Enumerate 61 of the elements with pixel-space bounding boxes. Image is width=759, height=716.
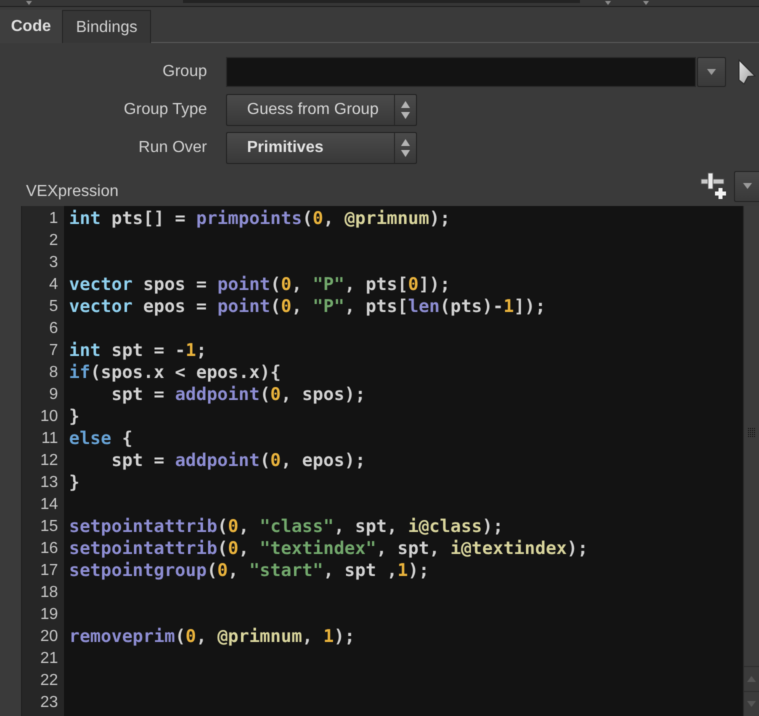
- caret-icon: [747, 676, 756, 682]
- pointer-icon[interactable]: [738, 58, 756, 84]
- line-number: 16: [40, 539, 58, 559]
- code-line: else {: [69, 428, 133, 450]
- line-number: 14: [40, 495, 58, 515]
- marker-icon: [26, 1, 32, 5]
- slider-plus-icon[interactable]: [700, 172, 728, 200]
- scrollbar[interactable]: [743, 206, 759, 716]
- menu-button[interactable]: [734, 170, 759, 202]
- dropdown[interactable]: Primitives: [226, 132, 417, 164]
- line-number: 21: [40, 649, 58, 669]
- line-number: 3: [49, 253, 58, 273]
- line-number: 20: [40, 627, 58, 647]
- caret-icon: [742, 183, 752, 189]
- line-number: 7: [49, 341, 58, 361]
- line-number: 9: [49, 385, 58, 405]
- code-line: spt = addpoint(0, spos);: [110, 384, 366, 406]
- code-line: setpointgroup(0, "start", spt ,1);: [69, 560, 430, 582]
- field-label: Run Over: [138, 138, 207, 158]
- code-line: setpointattrib(0, "class", spt, i@class);: [69, 516, 504, 538]
- line-number: 17: [40, 561, 58, 581]
- code-line: }: [69, 406, 80, 428]
- field-label: Group: [162, 62, 207, 82]
- line-number: 18: [40, 583, 58, 603]
- dropdown[interactable]: Guess from Group: [226, 94, 417, 126]
- code-line: vector spos = point(0, "P", pts[0]);: [69, 274, 450, 296]
- code-line: int spt = -1;: [69, 340, 207, 362]
- line-number: 12: [40, 451, 58, 471]
- line-number: 22: [40, 671, 58, 691]
- code-line: if(spos.x < epos.x){: [69, 362, 281, 384]
- spinner-arrows-icon: [401, 138, 410, 156]
- menu-button[interactable]: [697, 56, 726, 86]
- line-number: 13: [40, 473, 58, 493]
- code-editor[interactable]: [64, 206, 743, 716]
- caret-icon: [707, 68, 716, 74]
- marker-icon: [605, 1, 611, 5]
- text-field[interactable]: [226, 56, 696, 86]
- line-number: 15: [40, 517, 58, 537]
- field-label: Group Type: [124, 100, 207, 120]
- line-number: 19: [40, 605, 58, 625]
- line-number: 23: [40, 693, 58, 713]
- line-number: 8: [49, 363, 58, 383]
- line-number: 11: [41, 429, 58, 449]
- code-line: spt = addpoint(0, epos);: [110, 450, 366, 472]
- line-number: 10: [40, 407, 58, 427]
- code-line: removeprim(0, @primnum, 1);: [69, 626, 356, 648]
- tab[interactable]: Bindings: [62, 10, 152, 43]
- line-number: 4: [49, 275, 58, 295]
- caret-icon: [747, 701, 756, 707]
- tab[interactable]: Code: [0, 10, 62, 43]
- line-number: 5: [49, 297, 58, 317]
- code-line: setpointattrib(0, "textindex", spt, i@textindex);: [69, 538, 588, 560]
- code-line: }: [69, 472, 80, 494]
- line-number: 6: [49, 319, 58, 339]
- code-line: vector epos = point(0, "P", pts[len(pts)-1]);: [69, 296, 546, 318]
- spinner-arrows-icon: [401, 100, 410, 118]
- code-line: int pts[] = primpoints(0, @primnum);: [69, 208, 450, 230]
- line-number: 1: [49, 209, 58, 229]
- marker-icon: [643, 1, 649, 5]
- line-number: 2: [49, 231, 58, 251]
- section-label: VEXpression: [26, 182, 118, 202]
